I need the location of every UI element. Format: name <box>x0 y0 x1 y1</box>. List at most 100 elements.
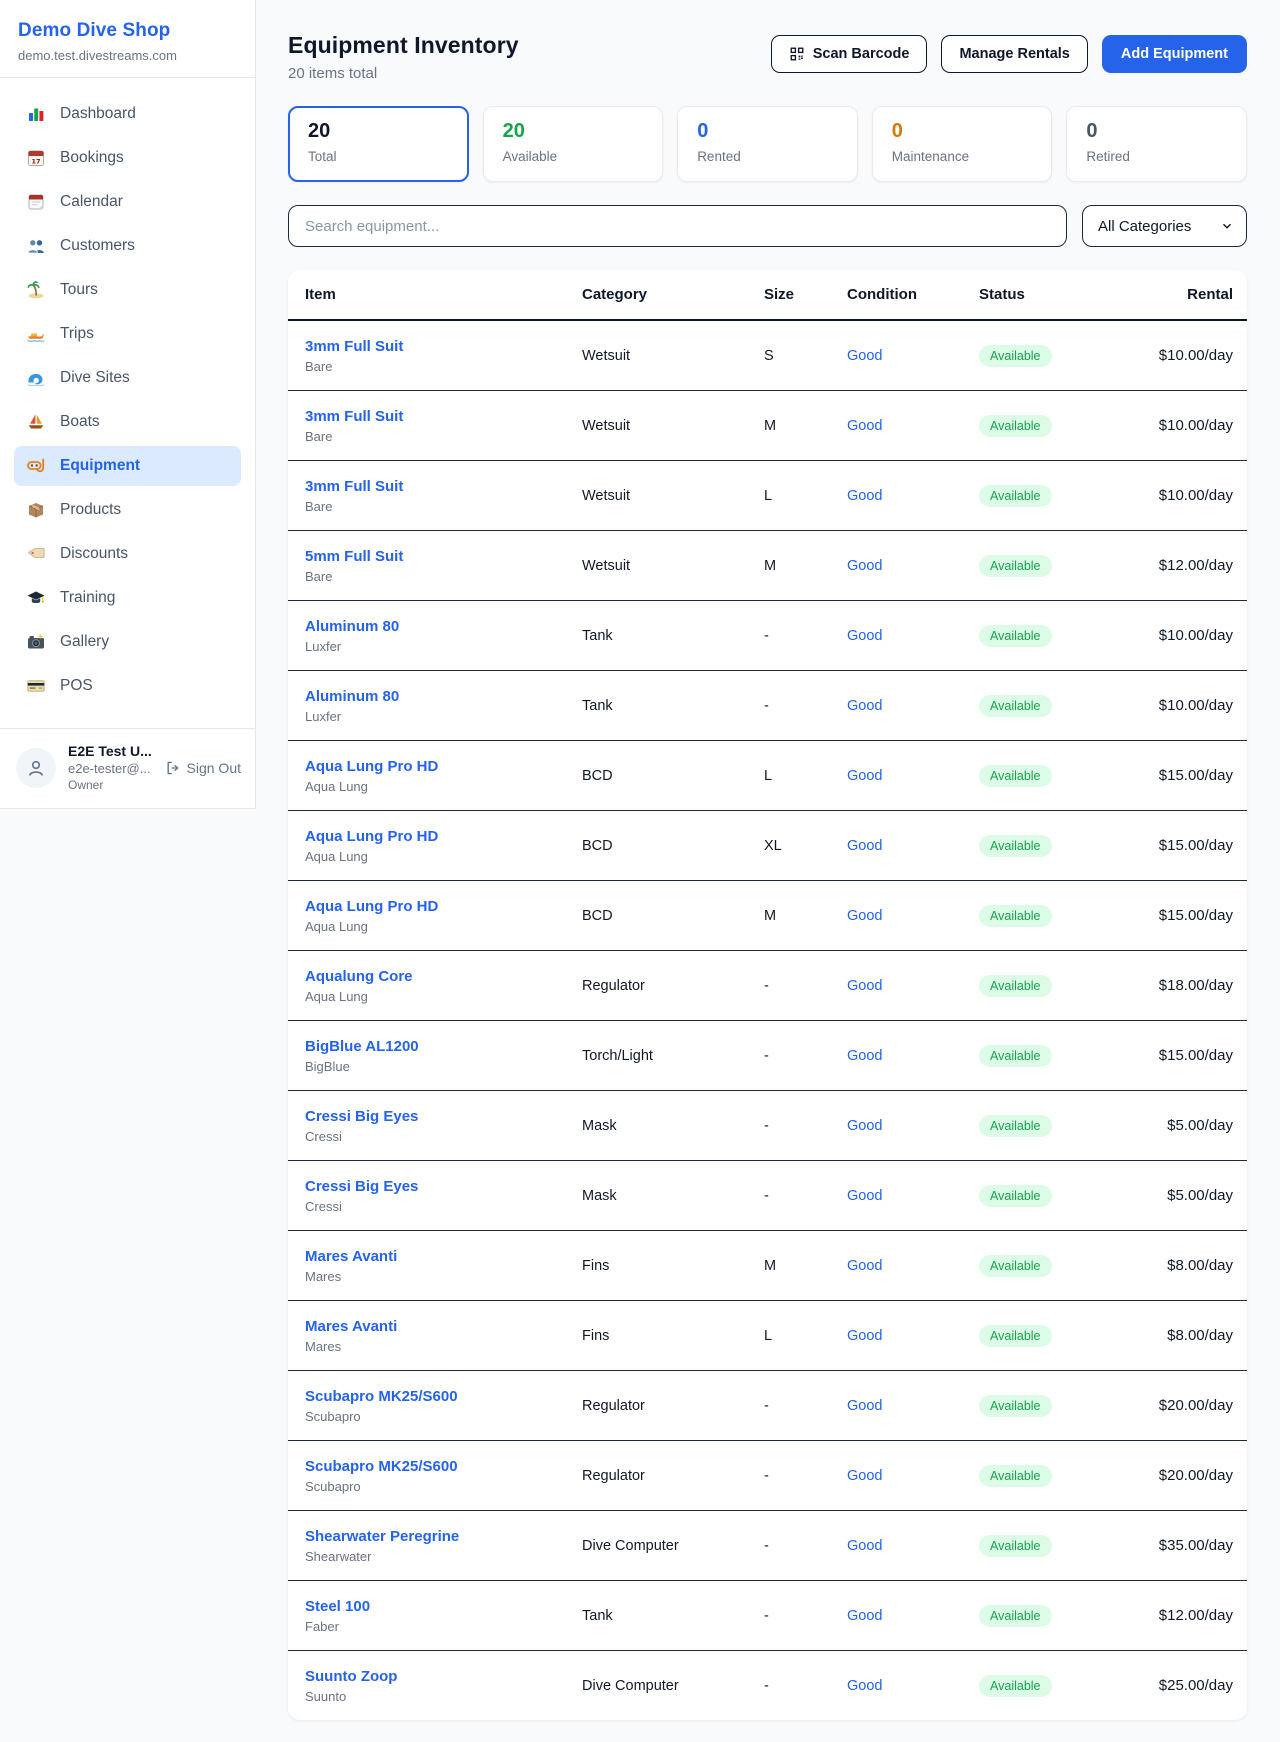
size-cell: M <box>764 558 847 574</box>
svg-text:17: 17 <box>31 157 40 165</box>
user-role: Owner <box>68 778 153 792</box>
stat-card-maintenance[interactable]: 0 Maintenance <box>872 106 1053 182</box>
condition-link[interactable]: Good <box>847 1678 979 1694</box>
item-brand: Aqua Lung <box>305 989 582 1004</box>
sidebar-item-pos[interactable]: POS <box>14 666 241 706</box>
sidebar-item-bookings[interactable]: 17 Bookings <box>14 138 241 178</box>
condition-link[interactable]: Good <box>847 1258 979 1274</box>
item-name-link[interactable]: Suunto Zoop <box>305 1668 582 1685</box>
item-name-link[interactable]: Aqua Lung Pro HD <box>305 898 582 915</box>
stat-label: Rented <box>697 149 838 164</box>
status-badge: Available <box>979 1465 1052 1487</box>
table-row: 3mm Full Suit Bare Wetsuit L Good Availa… <box>288 460 1247 530</box>
sidebar-item-dashboard[interactable]: Dashboard <box>14 94 241 134</box>
item-brand: Aqua Lung <box>305 779 582 794</box>
credit-card-icon <box>26 676 46 696</box>
item-brand: Bare <box>305 569 582 584</box>
stat-label: Retired <box>1086 149 1227 164</box>
category-cell: Wetsuit <box>582 488 764 504</box>
condition-link[interactable]: Good <box>847 348 979 364</box>
item-name-link[interactable]: 3mm Full Suit <box>305 408 582 425</box>
size-cell: - <box>764 1468 847 1484</box>
sidebar-item-customers[interactable]: Customers <box>14 226 241 266</box>
graduation-cap-icon <box>26 588 46 608</box>
table-row: Cressi Big Eyes Cressi Mask - Good Avail… <box>288 1090 1247 1160</box>
item-name-link[interactable]: Cressi Big Eyes <box>305 1108 582 1125</box>
condition-link[interactable]: Good <box>847 768 979 784</box>
condition-link[interactable]: Good <box>847 628 979 644</box>
condition-link[interactable]: Good <box>847 1048 979 1064</box>
add-equipment-button[interactable]: Add Equipment <box>1102 35 1247 73</box>
condition-link[interactable]: Good <box>847 978 979 994</box>
stat-card-total[interactable]: 20 Total <box>288 106 469 182</box>
item-name-link[interactable]: 3mm Full Suit <box>305 478 582 495</box>
item-name-link[interactable]: Aluminum 80 <box>305 618 582 635</box>
item-name-link[interactable]: BigBlue AL1200 <box>305 1038 582 1055</box>
manage-rentals-button[interactable]: Manage Rentals <box>941 35 1087 73</box>
item-name-link[interactable]: Scubapro MK25/S600 <box>305 1458 582 1475</box>
condition-link[interactable]: Good <box>847 1468 979 1484</box>
item-name-link[interactable]: Aqua Lung Pro HD <box>305 758 582 775</box>
item-name-link[interactable]: Scubapro MK25/S600 <box>305 1388 582 1405</box>
sidebar-item-discounts[interactable]: Discounts <box>14 534 241 574</box>
category-select[interactable]: All Categories <box>1082 205 1247 247</box>
category-cell: Fins <box>582 1328 764 1344</box>
item-name-link[interactable]: 3mm Full Suit <box>305 338 582 355</box>
sidebar-item-boats[interactable]: Boats <box>14 402 241 442</box>
item-name-link[interactable]: Mares Avanti <box>305 1248 582 1265</box>
item-name-link[interactable]: Aqualung Core <box>305 968 582 985</box>
category-cell: Regulator <box>582 1398 764 1414</box>
package-icon <box>26 500 46 520</box>
sidebar-item-tours[interactable]: Tours <box>14 270 241 310</box>
category-cell: BCD <box>582 908 764 924</box>
scan-barcode-button[interactable]: Scan Barcode <box>771 35 928 73</box>
stat-card-retired[interactable]: 0 Retired <box>1066 106 1247 182</box>
sidebar-item-dive-sites[interactable]: Dive Sites <box>14 358 241 398</box>
item-name-link[interactable]: Mares Avanti <box>305 1318 582 1335</box>
item-name-link[interactable]: Aluminum 80 <box>305 688 582 705</box>
sign-out-button[interactable]: Sign Out <box>165 760 241 776</box>
stat-card-rented[interactable]: 0 Rented <box>677 106 858 182</box>
item-brand: Faber <box>305 1619 582 1634</box>
category-cell: Wetsuit <box>582 348 764 364</box>
condition-link[interactable]: Good <box>847 558 979 574</box>
status-badge: Available <box>979 625 1052 647</box>
condition-link[interactable]: Good <box>847 1118 979 1134</box>
search-input[interactable] <box>288 205 1067 247</box>
item-name-link[interactable]: 5mm Full Suit <box>305 548 582 565</box>
condition-link[interactable]: Good <box>847 1538 979 1554</box>
rental-cell: $5.00/day <box>1139 1187 1233 1204</box>
tag-icon <box>26 544 46 564</box>
item-name-link[interactable]: Steel 100 <box>305 1598 582 1615</box>
category-cell: Tank <box>582 698 764 714</box>
sidebar-item-calendar[interactable]: Calendar <box>14 182 241 222</box>
stat-card-available[interactable]: 20 Available <box>483 106 664 182</box>
condition-link[interactable]: Good <box>847 418 979 434</box>
bookings-calendar-icon: 17 <box>26 148 46 168</box>
stats-row: 20 Total 20 Available 0 Rented 0 Mainten… <box>288 106 1247 182</box>
condition-link[interactable]: Good <box>847 488 979 504</box>
condition-link[interactable]: Good <box>847 1328 979 1344</box>
sidebar-item-label: Gallery <box>60 633 109 651</box>
condition-link[interactable]: Good <box>847 1398 979 1414</box>
condition-link[interactable]: Good <box>847 1188 979 1204</box>
sidebar-item-gallery[interactable]: Gallery <box>14 622 241 662</box>
category-cell: Mask <box>582 1188 764 1204</box>
item-name-link[interactable]: Cressi Big Eyes <box>305 1178 582 1195</box>
condition-link[interactable]: Good <box>847 838 979 854</box>
condition-link[interactable]: Good <box>847 908 979 924</box>
item-brand: Bare <box>305 499 582 514</box>
sidebar-item-training[interactable]: Training <box>14 578 241 618</box>
sidebar-item-products[interactable]: Products <box>14 490 241 530</box>
condition-link[interactable]: Good <box>847 698 979 714</box>
page-header-titles: Equipment Inventory 20 items total <box>288 32 519 82</box>
size-cell: M <box>764 418 847 434</box>
condition-link[interactable]: Good <box>847 1608 979 1624</box>
sidebar-item-equipment[interactable]: Equipment <box>14 446 241 486</box>
item-name-link[interactable]: Shearwater Peregrine <box>305 1528 582 1545</box>
item-brand: Luxfer <box>305 639 582 654</box>
table-row: Aqualung Core Aqua Lung Regulator - Good… <box>288 950 1247 1020</box>
page-header: Equipment Inventory 20 items total Scan … <box>288 32 1247 82</box>
item-name-link[interactable]: Aqua Lung Pro HD <box>305 828 582 845</box>
sidebar-item-trips[interactable]: Trips <box>14 314 241 354</box>
